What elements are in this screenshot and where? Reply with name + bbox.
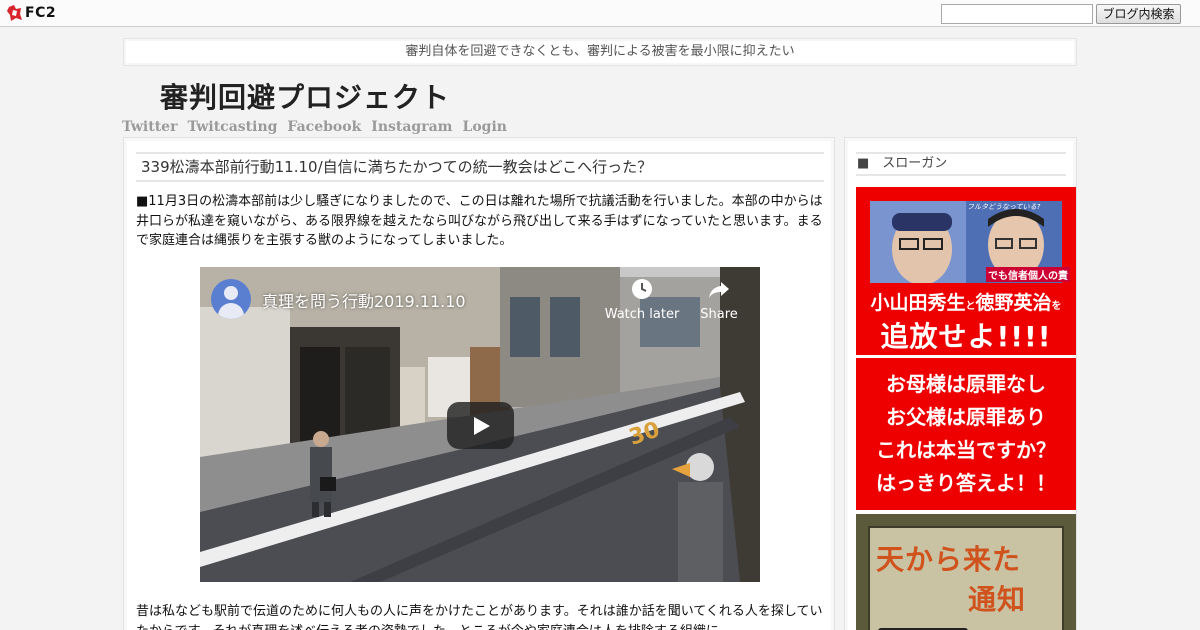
watch-later-button[interactable]: Watch later — [602, 277, 682, 322]
banner-conjunction: と — [965, 301, 976, 312]
nav-link-instagram[interactable]: Instagram — [371, 119, 452, 135]
blog-search-button[interactable]: ブログ内検索 — [1096, 4, 1181, 24]
clock-icon — [632, 279, 652, 299]
sidebar: ■ スローガン フルタどうなっている? でも信者個人の責 小山田秀生と徳野英治を… — [844, 137, 1077, 630]
blog-search-input[interactable] — [941, 4, 1093, 24]
sidebar-heading-slogan: ■ スローガン — [856, 152, 1066, 176]
banner-line: これは本当ですか？ — [876, 438, 1056, 462]
banner-line: お母様は原罪なし — [886, 372, 1046, 396]
youtube-embed[interactable]: 30 真理を問う行動2019.11.10 Watch later Share — [200, 267, 760, 582]
share-button[interactable]: Share — [694, 277, 744, 322]
blog-title[interactable]: 審判回避プロジェクト — [160, 76, 450, 116]
banner-names: 小山田秀生と徳野英治を — [856, 288, 1076, 315]
slogan-banner-expel[interactable]: フルタどうなっている? でも信者個人の責 小山田秀生と徳野英治を 追放せよ!!!… — [856, 187, 1076, 355]
nav-link-facebook[interactable]: Facebook — [287, 119, 361, 135]
banner-photo-tag: フルタどうなっている? — [967, 203, 1041, 211]
main-article: 339松濤本部前行動11.10/自信に満ちたかつての統一教会はどこへ行った？ ■… — [123, 137, 835, 630]
post-paragraph: 昔は私なども駅前で伝道のために何人もの人に声をかけたことがあります。それは誰か話… — [136, 604, 823, 630]
header-nav: Twitter Twitcasting Facebook Instagram L… — [122, 119, 507, 135]
slogan-banner-original-sin[interactable]: お母様は原罪なし お父様は原罪あり これは本当ですか？ はっきり答えよ！！ — [856, 358, 1076, 510]
banner-name-left: 小山田秀生 — [870, 292, 966, 314]
nav-link-login[interactable]: Login — [462, 119, 506, 135]
post-paragraph: ■11月3日の松濤本部前は少し騒ぎになりましたので、この日は離れた場所で抗議活動… — [136, 194, 823, 248]
channel-avatar[interactable] — [211, 279, 251, 319]
book-title-line1: 天から来た — [876, 543, 1022, 576]
book-title-line2: 通知 — [968, 583, 1027, 616]
nav-link-twitcasting[interactable]: Twitcasting — [187, 119, 277, 135]
banner-line: お父様は原罪あり — [886, 405, 1046, 429]
post-title[interactable]: 339松濤本部前行動11.10/自信に満ちたかつての統一教会はどこへ行った？ — [136, 152, 824, 182]
banner-cta: 追放せよ!!!! — [880, 320, 1052, 353]
banner-line: はっきり答えよ！！ — [876, 471, 1056, 495]
fc2-logo-icon — [7, 4, 22, 21]
fc2-logo-text: FC2 — [25, 5, 57, 21]
fc2-logo-link[interactable]: FC2 — [7, 4, 56, 22]
video-title[interactable]: 真理を問う行動2019.11.10 — [262, 288, 466, 312]
book-banner[interactable]: 天から来た 通知 — [856, 514, 1076, 630]
banner-name-right: 徳野英治 — [975, 292, 1052, 314]
watch-later-label: Watch later — [604, 307, 680, 322]
banner-photo-caption: でも信者個人の責 — [986, 267, 1070, 282]
book-cover: 天から来た 通知 — [868, 526, 1064, 630]
banner-particle: を — [1051, 301, 1062, 312]
share-arrow-icon — [709, 282, 729, 298]
nav-link-twitter[interactable]: Twitter — [122, 119, 177, 135]
share-label: Share — [700, 307, 738, 322]
play-button[interactable] — [447, 402, 514, 449]
fc2-topbar: FC2 ブログ内検索 — [0, 0, 1200, 27]
blog-tagline: 審判自体を回避できなくとも、審判による被害を最小限に抑えたい — [123, 38, 1077, 66]
